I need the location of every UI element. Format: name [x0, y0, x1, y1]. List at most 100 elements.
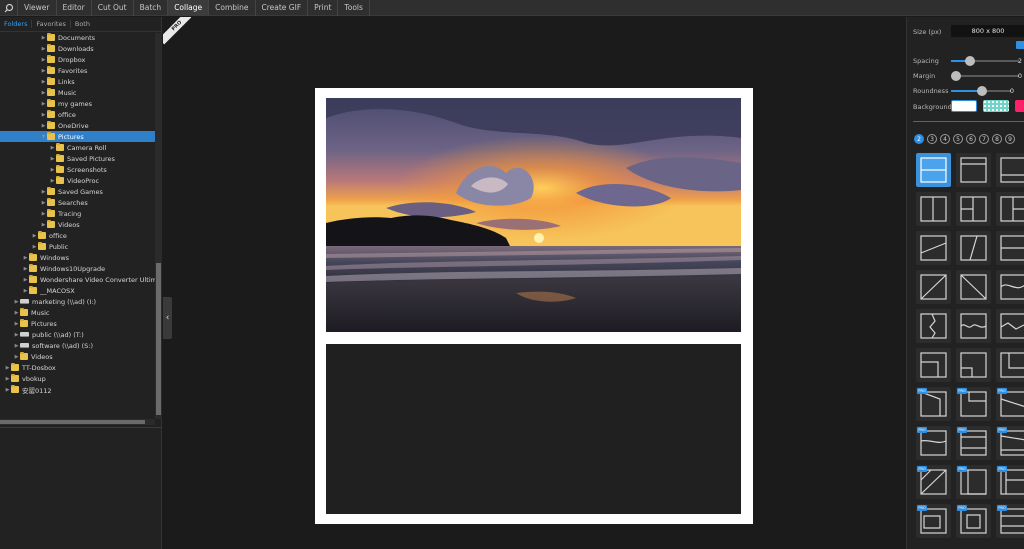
- tree-item[interactable]: ▶ Music: [0, 87, 77, 98]
- tab-both[interactable]: Both: [71, 20, 94, 28]
- size-input[interactable]: 800 x 800: [951, 25, 1024, 37]
- template-count-5[interactable]: 5: [953, 134, 963, 144]
- chevron-right-icon[interactable]: ▶: [22, 266, 29, 272]
- collage-template[interactable]: [996, 270, 1024, 304]
- collage-template[interactable]: PRO: [996, 387, 1024, 421]
- tree-item[interactable]: ▶ Documents: [0, 33, 95, 43]
- collage-template[interactable]: PRO: [956, 504, 991, 538]
- tree-item[interactable]: ▶ office: [0, 109, 76, 120]
- collage-template[interactable]: [916, 192, 951, 226]
- tree-item[interactable]: ▶ Wondershare Video Converter Ultim: [0, 274, 155, 285]
- template-count-2[interactable]: 2: [914, 134, 924, 144]
- collage-template[interactable]: PRO: [996, 504, 1024, 538]
- template-count-6[interactable]: 6: [966, 134, 976, 144]
- tree-item[interactable]: ▶ VideoProc: [0, 175, 99, 186]
- collage-template[interactable]: PRO: [956, 465, 991, 499]
- chevron-right-icon[interactable]: ▶: [13, 310, 20, 316]
- tree-item[interactable]: ▶ Windows: [0, 252, 69, 263]
- collage-template[interactable]: PRO: [916, 504, 951, 538]
- collage-template[interactable]: [956, 309, 991, 343]
- tree-item[interactable]: ▼ Pictures: [0, 131, 155, 142]
- tree-item[interactable]: ▶ Links: [0, 76, 75, 87]
- tree-item[interactable]: ▶ Saved Pictures: [0, 153, 115, 164]
- collage-template[interactable]: [956, 348, 991, 382]
- chevron-right-icon[interactable]: ▶: [40, 68, 47, 74]
- tree-item[interactable]: ▶ marketing (\\ad) (I:): [0, 296, 96, 307]
- chevron-right-icon[interactable]: ▶: [31, 233, 38, 239]
- collage-template[interactable]: [996, 309, 1024, 343]
- menu-cut-out[interactable]: Cut Out: [92, 0, 134, 16]
- spacing-slider[interactable]: [951, 56, 1019, 66]
- collage-template[interactable]: PRO: [916, 465, 951, 499]
- tree-item[interactable]: ▶ Favorites: [0, 65, 87, 76]
- collage-template[interactable]: [916, 153, 951, 187]
- chevron-right-icon[interactable]: ▶: [40, 90, 47, 96]
- chevron-right-icon[interactable]: ▶: [49, 178, 56, 184]
- background-swatch-pattern[interactable]: [983, 100, 1009, 112]
- chevron-right-icon[interactable]: ▶: [22, 288, 29, 294]
- tree-item[interactable]: ▶ Saved Games: [0, 186, 103, 197]
- tree-item[interactable]: ▶ Dropbox: [0, 54, 85, 65]
- chevron-right-icon[interactable]: ▶: [49, 145, 56, 151]
- menu-create-gif[interactable]: Create GIF: [256, 0, 309, 16]
- collage-template[interactable]: [996, 348, 1024, 382]
- chevron-right-icon[interactable]: ▶: [13, 332, 20, 338]
- menu-combine[interactable]: Combine: [209, 0, 256, 16]
- chevron-right-icon[interactable]: ▶: [49, 167, 56, 173]
- roundness-slider[interactable]: [951, 86, 1011, 96]
- tree-item[interactable]: ▶ public (\\ad) (T:): [0, 329, 84, 340]
- chevron-right-icon[interactable]: ▶: [13, 354, 20, 360]
- tree-item[interactable]: ▶ Pictures: [0, 318, 57, 329]
- collage-cell-top[interactable]: [326, 98, 741, 332]
- tree-item[interactable]: ▶ Videos: [0, 219, 80, 230]
- template-count-4[interactable]: 4: [940, 134, 950, 144]
- app-logo-icon[interactable]: [0, 0, 18, 16]
- chevron-right-icon[interactable]: ▶: [40, 57, 47, 63]
- collage-template[interactable]: [996, 231, 1024, 265]
- chevron-right-icon[interactable]: ▶: [40, 112, 47, 118]
- menu-batch[interactable]: Batch: [134, 0, 169, 16]
- collapse-panel-button[interactable]: ‹: [163, 297, 172, 339]
- collage-template[interactable]: [916, 270, 951, 304]
- tree-item[interactable]: ▶ Windows10Upgrade: [0, 263, 105, 274]
- menu-print[interactable]: Print: [308, 0, 339, 16]
- tree-item[interactable]: ▶ Tracing: [0, 208, 81, 219]
- collage-template[interactable]: PRO: [996, 426, 1024, 460]
- tree-item[interactable]: ▶ vbokup: [0, 373, 46, 384]
- collage-template[interactable]: [916, 348, 951, 382]
- chevron-right-icon[interactable]: ▶: [40, 189, 47, 195]
- tree-item[interactable]: ▶ Screenshots: [0, 164, 107, 175]
- tree-item[interactable]: ▶ Public: [0, 241, 68, 252]
- chevron-right-icon[interactable]: ▶: [13, 343, 20, 349]
- tab-favorites[interactable]: Favorites: [32, 20, 71, 28]
- menu-editor[interactable]: Editor: [57, 0, 92, 16]
- tree-item[interactable]: ▶ Searches: [0, 197, 88, 208]
- menu-tools[interactable]: Tools: [338, 0, 370, 16]
- tree-item[interactable]: ▶ 安罂0112: [0, 384, 52, 395]
- tree-item[interactable]: ▶ __MACOSX: [0, 285, 75, 296]
- chevron-right-icon[interactable]: ▶: [40, 211, 47, 217]
- collage-template[interactable]: PRO: [916, 387, 951, 421]
- chevron-right-icon[interactable]: ▶: [31, 244, 38, 250]
- collage-template[interactable]: [956, 192, 991, 226]
- tree-item[interactable]: ▶ OneDrive: [0, 120, 89, 131]
- chevron-right-icon[interactable]: ▶: [4, 376, 11, 382]
- tree-vertical-scrollbar[interactable]: [155, 33, 162, 419]
- collage-template[interactable]: [996, 192, 1024, 226]
- chevron-right-icon[interactable]: ▶: [40, 79, 47, 85]
- collage-template[interactable]: PRO: [956, 387, 991, 421]
- template-count-7[interactable]: 7: [979, 134, 989, 144]
- chevron-right-icon[interactable]: ▶: [49, 156, 56, 162]
- chevron-right-icon[interactable]: ▶: [4, 365, 11, 371]
- chevron-right-icon[interactable]: ▶: [40, 123, 47, 129]
- chevron-right-icon[interactable]: ▶: [13, 299, 20, 305]
- chevron-right-icon[interactable]: ▶: [40, 46, 47, 52]
- margin-slider[interactable]: [951, 71, 1019, 81]
- collage-template[interactable]: PRO: [956, 426, 991, 460]
- margin-slider-knob[interactable]: [951, 71, 961, 81]
- template-count-9[interactable]: 9: [1005, 134, 1015, 144]
- menu-viewer[interactable]: Viewer: [18, 0, 57, 16]
- tree-item[interactable]: ▶ Videos: [0, 351, 53, 362]
- swap-size-button[interactable]: [1016, 41, 1024, 49]
- collage-template[interactable]: [996, 153, 1024, 187]
